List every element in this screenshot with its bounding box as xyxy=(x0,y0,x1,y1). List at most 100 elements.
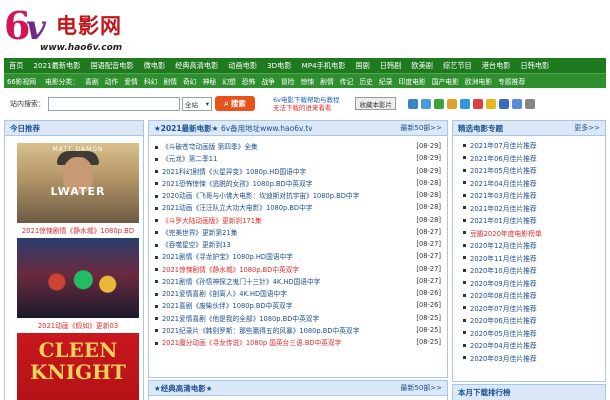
poster-image[interactable] xyxy=(17,238,139,318)
share-tencent-icon[interactable] xyxy=(446,98,457,109)
movie-link[interactable]: 2021喜剧《废柴伙伴》1080p.BD中英双字 xyxy=(155,300,292,310)
category-nav-item[interactable]: 爱情 xyxy=(121,76,141,86)
nav-item[interactable]: 经典高清电影 xyxy=(170,61,223,71)
topic-link[interactable]: 2020年03月佳片推荐 xyxy=(463,352,597,365)
topic-link[interactable]: 2021年05月佳片推荐 xyxy=(463,164,597,177)
list-item[interactable]: 2020动画《飞哥与小佛大电影：坎迪斯对抗宇宙》1080p.BD中字 [08-28… xyxy=(155,189,441,201)
poster-image[interactable]: MATT DAMON LWATER xyxy=(17,143,139,223)
list-item[interactable]: 2021惊悚剧情《静水城》1080p.BD中英双字 [08-27] xyxy=(155,263,441,275)
nav-item[interactable]: 综艺节目 xyxy=(438,61,477,71)
movie-link[interactable]: 2021惊悚剧情《静水城》1080p.BD中英双字 xyxy=(155,264,299,274)
poster-card[interactable]: MATT DAMON LWATER 2021惊悚剧情《静水城》1080p.BD xyxy=(17,143,139,235)
share-qzone-icon[interactable] xyxy=(420,98,431,109)
list-item[interactable]: 2021爱情喜剧《他是我的全部》1080p.BD中英双字 [08-25] xyxy=(155,312,441,324)
nav-item[interactable]: 日韩剧 xyxy=(375,61,407,71)
category-nav-item[interactable]: 国产电影 xyxy=(429,76,462,86)
topic-link[interactable]: 2020年08月佳片推荐 xyxy=(463,289,597,302)
share-more-icon[interactable] xyxy=(524,98,535,109)
latest-movies-more-link[interactable]: 最新50部>> xyxy=(400,123,442,133)
search-input[interactable] xyxy=(48,96,180,111)
list-item[interactable]: 2021动画《汪汪队立大功大电影》1080p.BD中字 [08-28] xyxy=(155,201,441,213)
movie-link[interactable]: 2021剧情《孙悟神探之鬼门十三针》4K.HD国语中字 xyxy=(155,276,320,286)
bookmark-button[interactable]: 收藏本影片 xyxy=(355,97,396,110)
share-renren-icon[interactable] xyxy=(485,98,496,109)
list-item[interactable]: 2021魔分动画《寻龙传说》1080p 国英台三语.BD中英双字 [08-25] xyxy=(155,336,441,348)
category-nav-item[interactable]: 奇幻 xyxy=(180,76,200,86)
topic-link[interactable]: 2020年11月佳片推荐 xyxy=(463,252,597,265)
category-nav-item[interactable]: 传记 xyxy=(337,76,357,86)
category-nav-item[interactable]: 战争 xyxy=(258,76,278,86)
topic-link[interactable]: 豆瓣2020年度电影榜单 xyxy=(463,227,597,240)
category-nav-item[interactable]: 科幻 xyxy=(141,76,161,86)
movie-link[interactable]: 2021动画《汪汪队立大功大电影》1080p.BD中字 xyxy=(155,202,312,212)
topic-link[interactable]: 2020年05月佳片推荐 xyxy=(463,327,597,340)
nav-item[interactable]: 国语配音电影 xyxy=(85,61,138,71)
nav-item[interactable]: 日韩电影 xyxy=(515,61,554,71)
category-nav-item[interactable]: 冒险 xyxy=(278,76,298,86)
topic-link[interactable]: 2021年07月佳片推荐 xyxy=(463,139,597,152)
category-nav-item[interactable]: 喜剧 xyxy=(82,76,102,86)
share-douban-icon[interactable] xyxy=(498,98,509,109)
topic-link[interactable]: 2020年12月佳片推荐 xyxy=(463,239,597,252)
category-nav-item[interactable]: 剧情 xyxy=(160,76,180,86)
category-nav-item[interactable]: 神秘 xyxy=(200,76,220,86)
share-baidu-icon[interactable] xyxy=(511,98,522,109)
share-qq-icon[interactable] xyxy=(459,98,470,109)
list-item[interactable]: 《元龙》第二季11 [08-29] xyxy=(155,152,441,164)
list-item[interactable]: 《完美世界》更新第21集 [08-27] xyxy=(155,226,441,238)
list-item[interactable]: 2021纪录片《韩则罗斯：那些赢得五的风暴》1080p.BD中英双字 [08-25… xyxy=(155,324,441,336)
poster-caption[interactable]: 2021惊悚剧情《静水城》1080p.BD xyxy=(17,225,139,235)
list-item[interactable]: 2021喜剧《废柴伙伴》1080p.BD中英双字 [08-26] xyxy=(155,299,441,311)
category-nav-item[interactable]: 印度电影 xyxy=(396,76,429,86)
category-nav-item[interactable]: 动作 xyxy=(102,76,122,86)
poster-card[interactable]: 2021动画《假如》更新03 xyxy=(17,238,139,330)
topic-link[interactable]: 2021年06月佳片推荐 xyxy=(463,152,597,165)
movie-link[interactable]: 2021爱情喜剧《剖离人》4K.HD国语中字 xyxy=(155,288,287,298)
topic-link[interactable]: 2020年06月佳片推荐 xyxy=(463,314,597,327)
nav-item[interactable]: 首页 xyxy=(4,61,28,71)
featured-topics-more-link[interactable]: 更多>> xyxy=(574,123,600,133)
category-nav-item[interactable]: 剧情 xyxy=(317,76,337,86)
poster-caption[interactable]: 2021动画《假如》更新03 xyxy=(17,320,139,330)
list-item[interactable]: 《斗罗大陆动画版》更新到171集 [08-28] xyxy=(155,214,441,226)
nav-item[interactable]: 2021最新电影 xyxy=(28,61,85,71)
category-nav-item[interactable]: 幻想 xyxy=(219,76,239,86)
site-logo[interactable]: 6 v 电影网 www.hao6v.com xyxy=(4,4,132,54)
movie-link[interactable]: 《吞噬星空》更新到13 xyxy=(155,239,231,249)
category-nav-item[interactable]: 历史 xyxy=(356,76,376,86)
search-button[interactable]: ⌕ 搜索 xyxy=(215,96,255,111)
list-item[interactable]: 《吞噬星空》更新到13 [08-27] xyxy=(155,238,441,250)
movie-link[interactable]: 《斗破苍穹动画版 第四季》全集 xyxy=(155,141,258,151)
movie-link[interactable]: 2020动画《飞哥与小佛大电影：坎迪斯对抗宇宙》1080p.BD中字 xyxy=(155,190,359,200)
topic-link[interactable]: 2020年04月佳片推荐 xyxy=(463,339,597,352)
category-nav-item[interactable]: 专题推荐 xyxy=(495,76,528,86)
list-item[interactable]: 2021恐怖惊悚《逃脱的女孩》1080p.BD中英双字 [08-28] xyxy=(155,177,441,189)
category-nav-item[interactable]: 惊悚 xyxy=(298,76,318,86)
movie-link[interactable]: 2021纪录片《韩则罗斯：那些赢得五的风暴》1080p.BD中英双字 xyxy=(155,325,359,335)
movie-link[interactable]: 2021恐怖惊悚《逃脱的女孩》1080p.BD中英双字 xyxy=(155,178,312,188)
category-nav-item[interactable]: 纪录 xyxy=(376,76,396,86)
category-nav-item[interactable]: 恐怖 xyxy=(239,76,259,86)
movie-link[interactable]: 《元龙》第二季11 xyxy=(155,153,217,163)
movie-link[interactable]: 2021爱情喜剧《他是我的全部》1080p.BD中英双字 xyxy=(155,313,319,323)
list-item[interactable]: 2021剧情《寻龙护宝》1080p.HD国语中字 [08-27] xyxy=(155,250,441,262)
classic-movies-more-link[interactable]: 最新50部>> xyxy=(400,383,442,393)
share-weibo-icon[interactable] xyxy=(472,98,483,109)
movie-link[interactable]: 《斗罗大陆动画版》更新到171集 xyxy=(155,215,262,225)
backup-address-link[interactable]: 6v备用地址www.hao6v.tv xyxy=(221,124,313,133)
movie-link[interactable]: 2021科幻剧情《火星异变》1080p.HD国语中字 xyxy=(155,166,306,176)
topic-link[interactable]: 2021年04月佳片推荐 xyxy=(463,177,597,190)
topic-link[interactable]: 2021年01月佳片推荐 xyxy=(463,214,597,227)
topic-link[interactable]: 2020年10月佳片推荐 xyxy=(463,264,597,277)
topic-link[interactable]: 2020年09月佳片推荐 xyxy=(463,277,597,290)
nav-item[interactable]: 微电影 xyxy=(139,61,171,71)
category-nav-item[interactable]: 66影视网 xyxy=(4,76,42,86)
help-link[interactable]: 6v电影下载帮助与教程 xyxy=(273,96,339,104)
list-item[interactable]: 2021爱情喜剧《剖离人》4K.HD国语中字 [08-26] xyxy=(155,287,441,299)
nav-item[interactable]: 3D电影 xyxy=(262,61,296,71)
share-plus-icon[interactable] xyxy=(407,98,418,109)
poster-card[interactable]: CLEEN KNIGHT xyxy=(17,333,139,400)
nav-item[interactable]: 欧美剧 xyxy=(406,61,438,71)
category-nav-item[interactable]: 欧洲电影 xyxy=(462,76,495,86)
topic-link[interactable]: 2020年07月佳片推荐 xyxy=(463,302,597,315)
